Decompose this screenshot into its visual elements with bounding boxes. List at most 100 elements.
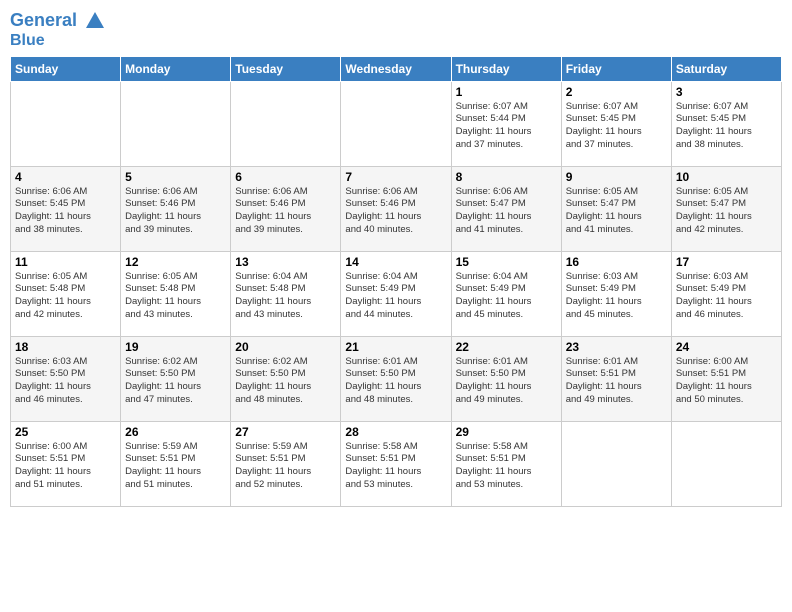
logo: General Blue xyxy=(10,10,106,50)
calendar-cell: 6 Sunrise: 6:06 AM Sunset: 5:46 PM Daylig… xyxy=(231,166,341,251)
calendar-cell: 10 Sunrise: 6:05 AM Sunset: 5:47 PM Dayli… xyxy=(671,166,781,251)
calendar-cell: 7 Sunrise: 6:06 AM Sunset: 5:46 PM Daylig… xyxy=(341,166,451,251)
calendar-cell: 22 Sunrise: 6:01 AM Sunset: 5:50 PM Dayli… xyxy=(451,336,561,421)
week-row-5: 25 Sunrise: 6:00 AM Sunset: 5:51 PM Dayli… xyxy=(11,421,782,506)
day-info: Sunrise: 6:05 AM Sunset: 5:48 PM Dayligh… xyxy=(125,271,226,322)
day-number: 29 xyxy=(456,425,557,439)
calendar-table: SundayMondayTuesdayWednesdayThursdayFrid… xyxy=(10,56,782,507)
day-number: 16 xyxy=(566,255,667,269)
header-row: SundayMondayTuesdayWednesdayThursdayFrid… xyxy=(11,56,782,81)
day-number: 12 xyxy=(125,255,226,269)
day-info: Sunrise: 5:58 AM Sunset: 5:51 PM Dayligh… xyxy=(456,441,557,492)
calendar-cell xyxy=(231,81,341,166)
header-cell-saturday: Saturday xyxy=(671,56,781,81)
day-info: Sunrise: 6:02 AM Sunset: 5:50 PM Dayligh… xyxy=(235,356,336,407)
calendar-cell: 14Sunrise: 6:04 AM Sunset: 5:49 PM Dayli… xyxy=(341,251,451,336)
page-header: General Blue xyxy=(10,10,782,50)
day-info: Sunrise: 6:01 AM Sunset: 5:50 PM Dayligh… xyxy=(456,356,557,407)
calendar-cell xyxy=(121,81,231,166)
header-cell-thursday: Thursday xyxy=(451,56,561,81)
calendar-cell xyxy=(341,81,451,166)
day-info: Sunrise: 6:01 AM Sunset: 5:50 PM Dayligh… xyxy=(345,356,446,407)
week-row-4: 18 Sunrise: 6:03 AM Sunset: 5:50 PM Dayli… xyxy=(11,336,782,421)
day-info: Sunrise: 6:03 AM Sunset: 5:49 PM Dayligh… xyxy=(676,271,777,322)
calendar-cell xyxy=(561,421,671,506)
day-number: 23 xyxy=(566,340,667,354)
day-info: Sunrise: 5:59 AM Sunset: 5:51 PM Dayligh… xyxy=(125,441,226,492)
day-info: Sunrise: 6:07 AM Sunset: 5:45 PM Dayligh… xyxy=(566,101,667,152)
calendar-cell: 3 Sunrise: 6:07 AM Sunset: 5:45 PM Daylig… xyxy=(671,81,781,166)
calendar-cell: 29 Sunrise: 5:58 AM Sunset: 5:51 PM Dayli… xyxy=(451,421,561,506)
day-number: 20 xyxy=(235,340,336,354)
day-info: Sunrise: 6:05 AM Sunset: 5:47 PM Dayligh… xyxy=(566,186,667,237)
week-row-1: 1 Sunrise: 6:07 AM Sunset: 5:44 PM Daylig… xyxy=(11,81,782,166)
week-row-2: 4Sunrise: 6:06 AM Sunset: 5:45 PM Daylig… xyxy=(11,166,782,251)
week-row-3: 11 Sunrise: 6:05 AM Sunset: 5:48 PM Dayli… xyxy=(11,251,782,336)
day-number: 18 xyxy=(15,340,116,354)
day-number: 21 xyxy=(345,340,446,354)
day-number: 9 xyxy=(566,170,667,184)
day-info: Sunrise: 6:04 AM Sunset: 5:48 PM Dayligh… xyxy=(235,271,336,322)
header-cell-friday: Friday xyxy=(561,56,671,81)
header-cell-wednesday: Wednesday xyxy=(341,56,451,81)
calendar-cell: 25 Sunrise: 6:00 AM Sunset: 5:51 PM Dayli… xyxy=(11,421,121,506)
day-number: 2 xyxy=(566,85,667,99)
day-info: Sunrise: 6:06 AM Sunset: 5:46 PM Dayligh… xyxy=(235,186,336,237)
calendar-cell: 12 Sunrise: 6:05 AM Sunset: 5:48 PM Dayli… xyxy=(121,251,231,336)
calendar-cell xyxy=(11,81,121,166)
calendar-cell: 16 Sunrise: 6:03 AM Sunset: 5:49 PM Dayli… xyxy=(561,251,671,336)
day-info: Sunrise: 6:06 AM Sunset: 5:46 PM Dayligh… xyxy=(125,186,226,237)
day-number: 26 xyxy=(125,425,226,439)
day-number: 3 xyxy=(676,85,777,99)
day-number: 17 xyxy=(676,255,777,269)
day-number: 19 xyxy=(125,340,226,354)
header-cell-monday: Monday xyxy=(121,56,231,81)
day-info: Sunrise: 5:59 AM Sunset: 5:51 PM Dayligh… xyxy=(235,441,336,492)
day-number: 27 xyxy=(235,425,336,439)
calendar-cell: 21 Sunrise: 6:01 AM Sunset: 5:50 PM Dayli… xyxy=(341,336,451,421)
calendar-cell: 26 Sunrise: 5:59 AM Sunset: 5:51 PM Dayli… xyxy=(121,421,231,506)
day-number: 1 xyxy=(456,85,557,99)
calendar-cell: 2 Sunrise: 6:07 AM Sunset: 5:45 PM Daylig… xyxy=(561,81,671,166)
calendar-cell: 23Sunrise: 6:01 AM Sunset: 5:51 PM Dayli… xyxy=(561,336,671,421)
calendar-cell: 8 Sunrise: 6:06 AM Sunset: 5:47 PM Daylig… xyxy=(451,166,561,251)
calendar-cell: 19 Sunrise: 6:02 AM Sunset: 5:50 PM Dayli… xyxy=(121,336,231,421)
day-info: Sunrise: 6:07 AM Sunset: 5:44 PM Dayligh… xyxy=(456,101,557,152)
day-info: Sunrise: 6:05 AM Sunset: 5:47 PM Dayligh… xyxy=(676,186,777,237)
calendar-cell: 11 Sunrise: 6:05 AM Sunset: 5:48 PM Dayli… xyxy=(11,251,121,336)
header-cell-sunday: Sunday xyxy=(11,56,121,81)
calendar-cell: 5Sunrise: 6:06 AM Sunset: 5:46 PM Daylig… xyxy=(121,166,231,251)
logo-text: General xyxy=(10,10,106,32)
calendar-cell: 13 Sunrise: 6:04 AM Sunset: 5:48 PM Dayli… xyxy=(231,251,341,336)
day-info: Sunrise: 6:05 AM Sunset: 5:48 PM Dayligh… xyxy=(15,271,116,322)
day-number: 28 xyxy=(345,425,446,439)
day-info: Sunrise: 6:06 AM Sunset: 5:47 PM Dayligh… xyxy=(456,186,557,237)
day-info: Sunrise: 6:03 AM Sunset: 5:50 PM Dayligh… xyxy=(15,356,116,407)
day-info: Sunrise: 6:03 AM Sunset: 5:49 PM Dayligh… xyxy=(566,271,667,322)
day-info: Sunrise: 6:00 AM Sunset: 5:51 PM Dayligh… xyxy=(15,441,116,492)
day-number: 10 xyxy=(676,170,777,184)
calendar-cell: 4Sunrise: 6:06 AM Sunset: 5:45 PM Daylig… xyxy=(11,166,121,251)
calendar-cell: 27 Sunrise: 5:59 AM Sunset: 5:51 PM Dayli… xyxy=(231,421,341,506)
day-number: 7 xyxy=(345,170,446,184)
logo-subtext: Blue xyxy=(10,32,106,50)
day-info: Sunrise: 6:07 AM Sunset: 5:45 PM Dayligh… xyxy=(676,101,777,152)
day-number: 14 xyxy=(345,255,446,269)
day-info: Sunrise: 6:06 AM Sunset: 5:46 PM Dayligh… xyxy=(345,186,446,237)
calendar-cell xyxy=(671,421,781,506)
day-info: Sunrise: 6:04 AM Sunset: 5:49 PM Dayligh… xyxy=(456,271,557,322)
day-number: 24 xyxy=(676,340,777,354)
day-info: Sunrise: 6:02 AM Sunset: 5:50 PM Dayligh… xyxy=(125,356,226,407)
day-number: 4 xyxy=(15,170,116,184)
calendar-cell: 1 Sunrise: 6:07 AM Sunset: 5:44 PM Daylig… xyxy=(451,81,561,166)
day-number: 8 xyxy=(456,170,557,184)
day-number: 13 xyxy=(235,255,336,269)
calendar-cell: 20 Sunrise: 6:02 AM Sunset: 5:50 PM Dayli… xyxy=(231,336,341,421)
calendar-cell: 28Sunrise: 5:58 AM Sunset: 5:51 PM Dayli… xyxy=(341,421,451,506)
day-number: 11 xyxy=(15,255,116,269)
day-number: 22 xyxy=(456,340,557,354)
calendar-cell: 9 Sunrise: 6:05 AM Sunset: 5:47 PM Daylig… xyxy=(561,166,671,251)
day-number: 6 xyxy=(235,170,336,184)
day-number: 25 xyxy=(15,425,116,439)
calendar-cell: 24Sunrise: 6:00 AM Sunset: 5:51 PM Dayli… xyxy=(671,336,781,421)
